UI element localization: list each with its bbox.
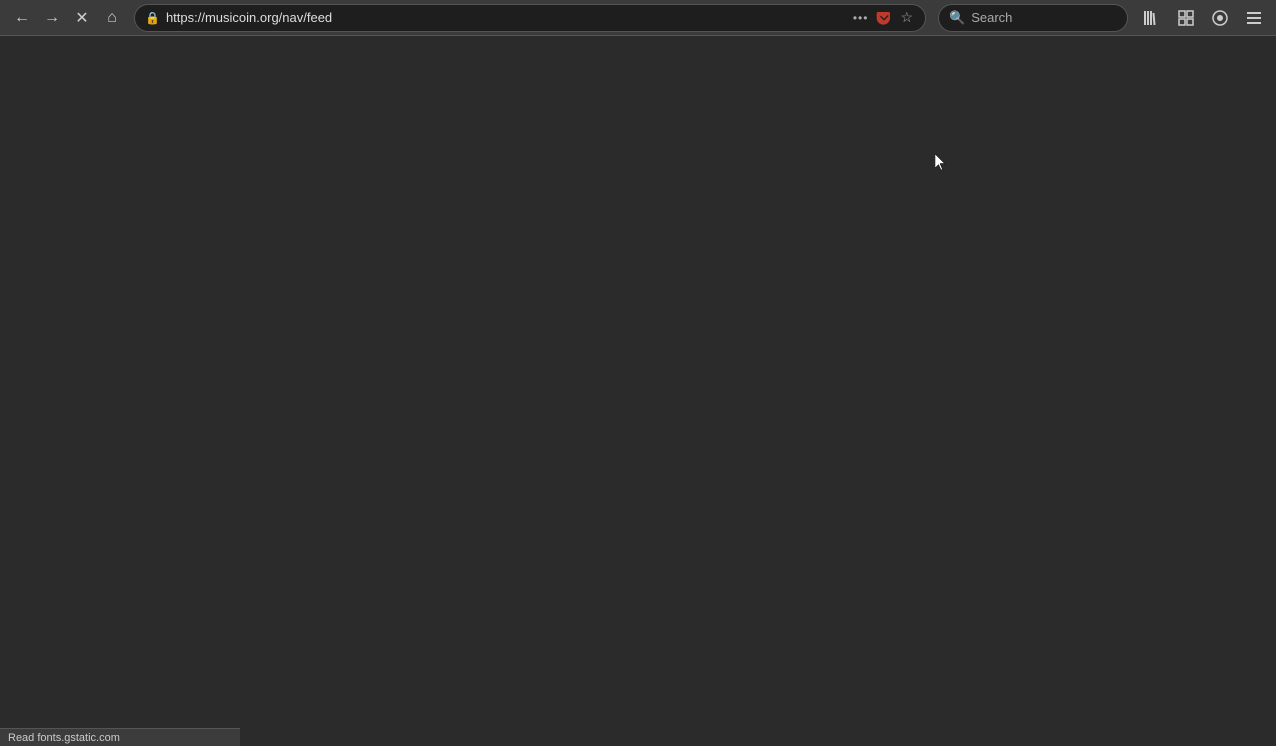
security-icon: 🔒 <box>145 11 160 25</box>
extensions-icon <box>1211 9 1229 27</box>
browser-toolbar: ← → ✕ ⌂ 🔒 https://musicoin.org/nav/feed … <box>0 0 1276 36</box>
pocket-icon <box>876 10 892 26</box>
search-icon: 🔍 <box>949 10 965 26</box>
toolbar-right <box>1138 4 1268 32</box>
back-button[interactable]: ← <box>8 4 36 32</box>
forward-button[interactable]: → <box>38 4 66 32</box>
search-bar[interactable]: 🔍 <box>938 4 1128 32</box>
bookmark-button[interactable]: ☆ <box>898 7 915 28</box>
status-bar: Read fonts.gstatic.com <box>0 728 240 746</box>
address-bar[interactable]: 🔒 https://musicoin.org/nav/feed ••• ☆ <box>134 4 926 32</box>
stop-reload-button[interactable]: ✕ <box>68 4 96 32</box>
more-button[interactable]: ••• <box>851 9 871 27</box>
address-actions: ••• ☆ <box>851 7 915 28</box>
search-input[interactable] <box>971 10 1117 25</box>
pocket-button[interactable] <box>874 8 894 28</box>
library-icon <box>1143 9 1161 27</box>
menu-button[interactable] <box>1240 4 1268 32</box>
containers-button[interactable] <box>1172 4 1200 32</box>
url-text: https://musicoin.org/nav/feed <box>166 10 845 25</box>
extensions-button[interactable] <box>1206 4 1234 32</box>
mouse-cursor <box>935 154 947 172</box>
status-text: Read fonts.gstatic.com <box>8 732 120 744</box>
hamburger-menu-icon <box>1245 9 1263 27</box>
containers-icon <box>1177 9 1195 27</box>
home-button[interactable]: ⌂ <box>98 4 126 32</box>
library-button[interactable] <box>1138 4 1166 32</box>
page-content: Read fonts.gstatic.com <box>0 36 1276 746</box>
nav-buttons: ← → ✕ ⌂ <box>8 4 126 32</box>
